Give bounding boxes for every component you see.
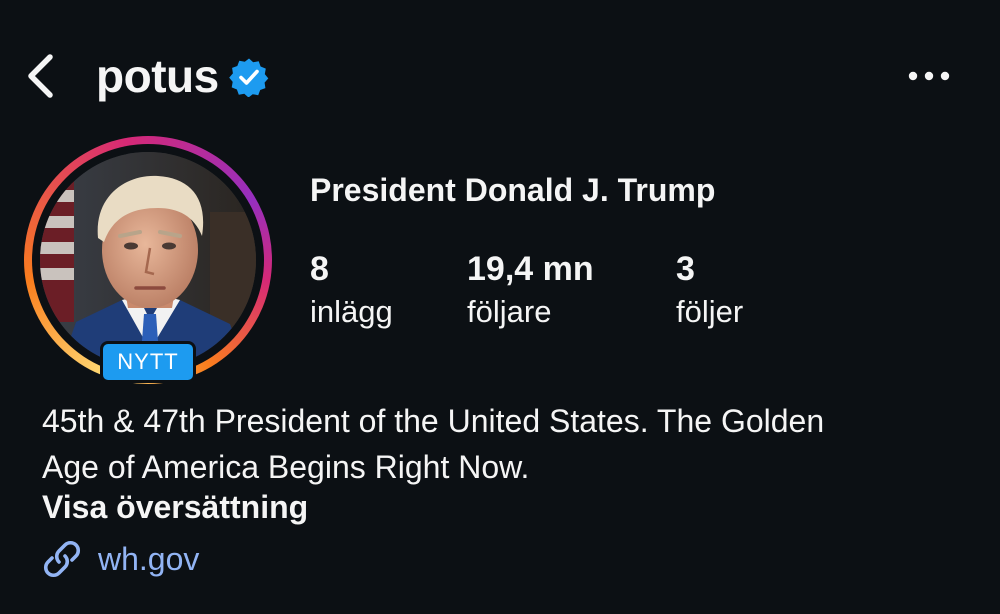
avatar-image bbox=[40, 152, 256, 368]
handle-row: potus bbox=[96, 44, 269, 108]
bio-line: Age of America Begins Right Now. bbox=[42, 449, 530, 485]
profile-handle: potus bbox=[96, 50, 219, 102]
new-story-badge: NYTT bbox=[100, 341, 196, 383]
stat-following-count: 3 bbox=[676, 250, 695, 288]
stat-posts-label: inlägg bbox=[310, 294, 393, 329]
verified-badge-icon bbox=[228, 57, 269, 97]
more-horizontal-icon bbox=[908, 71, 950, 81]
profile-bio: 45th & 47th President of the United Stat… bbox=[42, 398, 962, 490]
more-options-button[interactable] bbox=[900, 58, 958, 94]
chevron-left-icon bbox=[28, 54, 53, 98]
stat-following-label: följer bbox=[676, 294, 744, 329]
top-bar: potus bbox=[0, 0, 1000, 150]
stat-following[interactable]: 3 följer bbox=[676, 246, 743, 332]
bio-line: 45th & 47th President of the United Stat… bbox=[42, 403, 825, 439]
link-icon bbox=[43, 540, 81, 578]
stat-posts-count: 8 bbox=[310, 250, 329, 288]
profile-link[interactable]: wh.gov bbox=[40, 534, 199, 584]
stat-followers-label: följare bbox=[467, 294, 552, 329]
stat-posts[interactable]: 8 inlägg bbox=[310, 246, 393, 332]
back-button[interactable] bbox=[18, 48, 62, 104]
profile-link-text[interactable]: wh.gov bbox=[98, 541, 199, 578]
display-name: President Donald J. Trump bbox=[310, 172, 716, 208]
profile-avatar[interactable]: NYTT bbox=[24, 136, 272, 384]
show-translation-button[interactable]: Visa översättning bbox=[42, 489, 308, 526]
stat-followers-count: 19,4 mn bbox=[467, 250, 594, 288]
stat-followers[interactable]: 19,4 mn följare bbox=[467, 246, 594, 332]
